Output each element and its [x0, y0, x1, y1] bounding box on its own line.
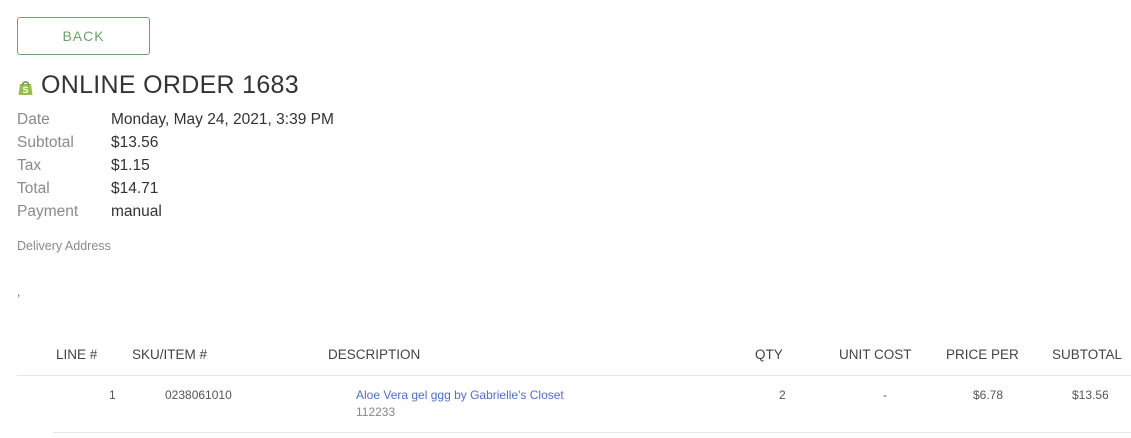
- table-row: 1 0238061010 Aloe Vera gel ggg by Gabrie…: [0, 376, 1131, 432]
- cell-sku: 0238061010: [165, 388, 232, 402]
- info-label: Date: [17, 110, 50, 128]
- svg-text:S: S: [22, 85, 28, 95]
- info-value: $1.15: [111, 156, 150, 174]
- cell-description-sub: 112233: [356, 405, 396, 419]
- info-row-subtotal: Subtotal $13.56: [17, 131, 334, 154]
- cell-price-per: $6.78: [973, 388, 1004, 402]
- col-header-subtotal: SUBTOTAL: [1052, 347, 1123, 362]
- back-button[interactable]: BACK: [17, 17, 150, 55]
- product-link[interactable]: Aloe Vera gel ggg by Gabrielle's Closet: [356, 388, 564, 402]
- info-value: Monday, May 24, 2021, 3:39 PM: [111, 110, 334, 128]
- info-value: manual: [111, 202, 162, 220]
- page-title: ONLINE ORDER 1683: [41, 71, 299, 99]
- info-row-total: Total $14.71: [17, 177, 334, 200]
- delivery-address-value: ,: [17, 285, 21, 299]
- row-divider: [53, 432, 1131, 433]
- col-header-sku: SKU/ITEM #: [132, 347, 208, 362]
- delivery-address-label: Delivery Address: [17, 239, 111, 253]
- info-value: $14.71: [111, 179, 159, 197]
- col-header-unit-cost: UNIT COST: [839, 347, 912, 362]
- info-label: Tax: [17, 156, 42, 174]
- col-header-qty: QTY: [755, 347, 783, 362]
- info-label: Subtotal: [17, 133, 74, 151]
- cell-subtotal: $13.56: [1072, 388, 1109, 402]
- info-label: Payment: [17, 202, 79, 220]
- order-summary: Date Monday, May 24, 2021, 3:39 PM Subto…: [17, 108, 334, 223]
- table-header: LINE # SKU/ITEM # DESCRIPTION QTY UNIT C…: [17, 344, 1131, 376]
- info-row-date: Date Monday, May 24, 2021, 3:39 PM: [17, 108, 334, 131]
- col-header-line: LINE #: [56, 347, 98, 362]
- info-label: Total: [17, 179, 50, 197]
- cell-qty: 2: [779, 388, 786, 402]
- info-row-payment: Payment manual: [17, 200, 334, 223]
- info-value: $13.56: [111, 133, 159, 151]
- col-header-price-per: PRICE PER: [946, 347, 1019, 362]
- shopify-bag-icon: S: [18, 81, 33, 95]
- info-row-tax: Tax $1.15: [17, 154, 334, 177]
- page-header: S ONLINE ORDER 1683: [17, 71, 299, 100]
- cell-line: 1: [109, 388, 116, 402]
- cell-unit-cost: -: [883, 388, 887, 402]
- col-header-description: DESCRIPTION: [328, 347, 421, 362]
